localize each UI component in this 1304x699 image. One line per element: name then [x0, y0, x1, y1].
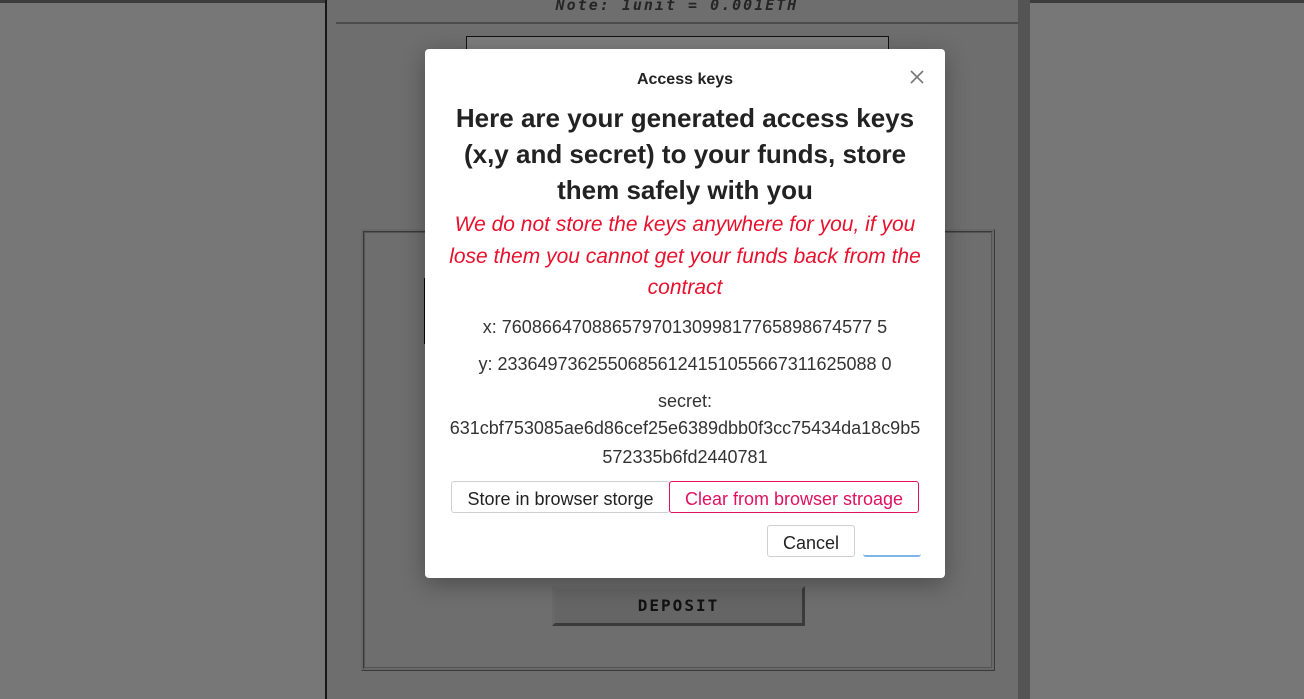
secret-value: 631cbf753085ae6d86cef25e6389dbb0f3cc7543… [449, 418, 921, 467]
modal-title: Access keys [636, 71, 734, 88]
secret-label: secret: [657, 391, 713, 411]
modal-headline: Here are your generated access keys (x,y… [455, 103, 915, 205]
cancel-button[interactable]: Cancel [767, 525, 855, 557]
store-in-browser-button[interactable]: Store in browser storge [451, 481, 670, 513]
modal-warning: We do not store the keys anywhere for yo… [449, 213, 921, 299]
key-y: y: 2336497362550685612415105566731162508… [478, 354, 892, 374]
key-x: x: 7608664708865797013099817765898674577… [482, 317, 888, 337]
ok-button[interactable] [863, 525, 921, 557]
clear-from-browser-button[interactable]: Clear from browser stroage [669, 481, 919, 513]
close-icon [910, 70, 924, 84]
close-button[interactable] [905, 65, 929, 89]
